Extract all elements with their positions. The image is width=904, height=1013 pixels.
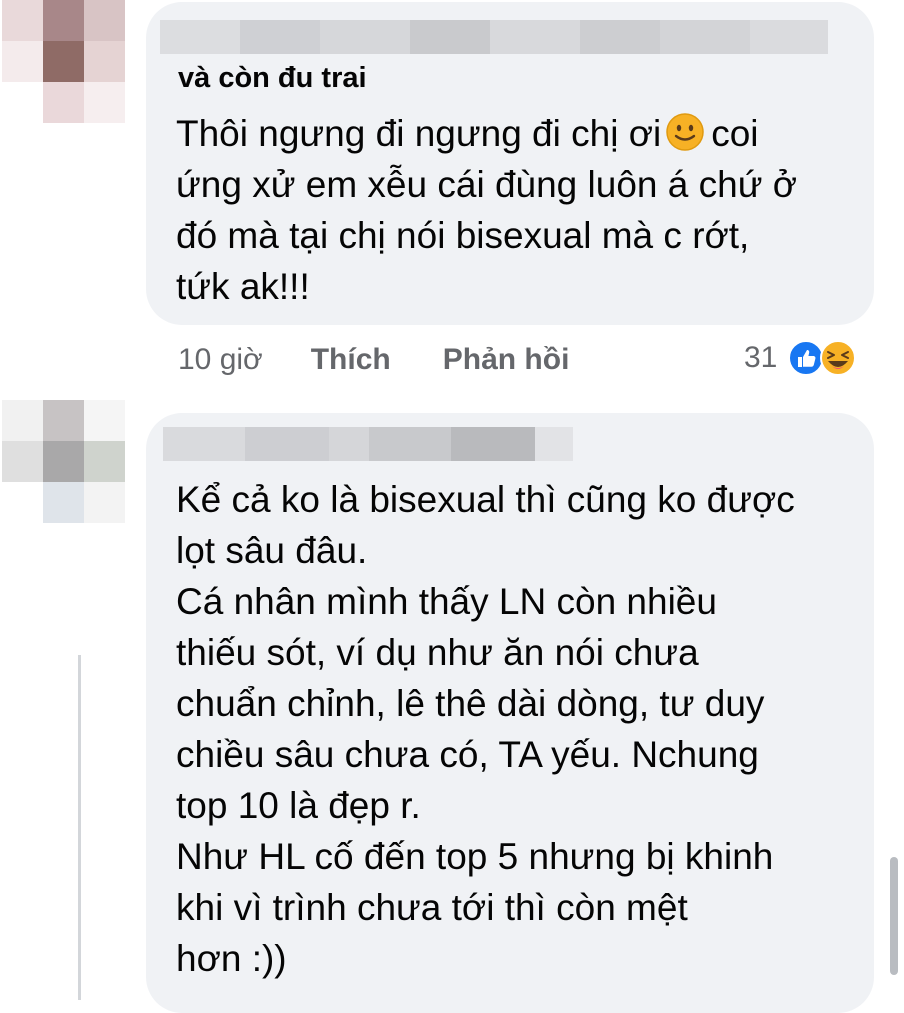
- comment-line: chiều sâu chưa có, TA yếu. Nchung: [176, 734, 759, 775]
- comment-line: Như HL cố đến top 5 nhưng bị khinh: [176, 836, 774, 877]
- smiley-emoji-icon: [666, 113, 704, 151]
- scrollbar-thumb[interactable]: [890, 857, 898, 975]
- comment-body: Kể cả ko là bisexual thì cũng ko được lọ…: [176, 474, 795, 984]
- comment-line: đó mà tại chị nói bisexual mà c rớt,: [176, 215, 750, 256]
- reply-button[interactable]: Phản hồi: [443, 343, 570, 377]
- comment-actions: 10 giờ Thích Phản hồi: [178, 340, 569, 380]
- censored-author-name: [163, 427, 573, 461]
- comment-line: lọt sâu đâu.: [176, 530, 368, 571]
- comment-line: Thôi ngưng đi ngưng đi chị ơi coi: [176, 113, 759, 154]
- comment-line: top 10 là đẹp r.: [176, 785, 421, 826]
- avatar[interactable]: [2, 400, 125, 523]
- comment-line: tứk ak!!!: [176, 266, 310, 307]
- reaction-count: 31: [744, 341, 778, 374]
- timestamp[interactable]: 10 giờ: [178, 343, 263, 377]
- avatar[interactable]: [2, 0, 125, 123]
- comment-line: thiếu sót, ví dụ như ăn nói chưa: [176, 632, 699, 673]
- comment-line: Cá nhân mình thấy LN còn nhiều: [176, 581, 717, 622]
- comment-body: Thôi ngưng đi ngưng đi chị ơi coi ứng xử…: [176, 108, 797, 312]
- reaction-summary[interactable]: 31: [744, 336, 857, 380]
- comment-line: hơn :)): [176, 938, 287, 979]
- like-button[interactable]: Thích: [311, 343, 391, 377]
- haha-icon: [820, 340, 857, 376]
- censored-author-name: [160, 20, 828, 54]
- comment-line: ứng xử em xễu cái đùng luôn á chứ ở: [176, 164, 798, 205]
- comment-line: khi vì trình chưa tới thì còn mệt: [176, 887, 688, 928]
- comment-author[interactable]: và còn đu trai: [178, 62, 367, 95]
- comment-line: chuẩn chỉnh, lê thê dài dòng, tư duy: [176, 683, 765, 724]
- comment-line: Kể cả ko là bisexual thì cũng ko được: [176, 479, 795, 520]
- thread-line: [78, 655, 81, 1000]
